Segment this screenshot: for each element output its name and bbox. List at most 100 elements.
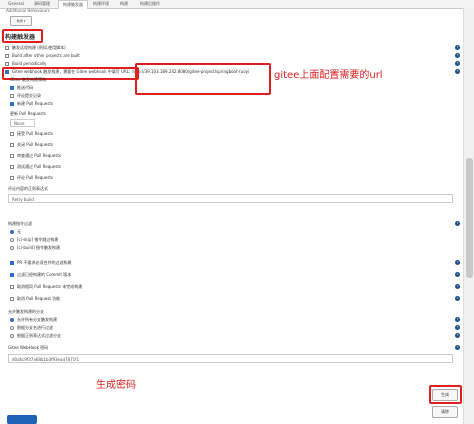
trigger-after-other[interactable]: Build after other projects are built [5,53,80,59]
save-button[interactable] [7,415,37,424]
pr-comment-label: 评论 Pull Requests [17,175,53,180]
option-cancel-same-pr[interactable]: 取消相同 Pull Requests 未完成构建 [10,284,82,290]
help-icon[interactable]: ? [455,325,460,330]
tab-general[interactable]: General [5,0,27,8]
help-icon[interactable]: ? [455,296,460,301]
checkbox-push[interactable] [10,86,14,90]
pr-accept[interactable]: 接受 Pull Requests [10,131,53,137]
comment-regex-label: 评论内容的正则表达式 [8,186,48,191]
tab-build[interactable]: 构建 [116,0,132,8]
pr-close-label: 关闭 Pull Requests [17,142,53,147]
branch-all-label: 允许所有分支触发构建 [17,317,57,322]
checkbox-pr-comment[interactable] [10,176,14,180]
help-icon[interactable]: ? [455,345,460,350]
branch-by-name[interactable]: 根据分支名进行过滤 [10,325,53,331]
checkbox-periodically[interactable] [5,62,9,66]
help-icon[interactable]: ? [455,333,460,338]
radio-ci-skip[interactable] [10,238,14,242]
event-new-pr-label: 新建 Pull Requests [17,101,53,106]
pr-update-label: 更新 Pull Requests [10,111,46,116]
tab-source-control[interactable]: 源码管理 [29,0,55,8]
event-comment-label: 评论提交记录 [17,93,41,98]
pr-test-label: 测试通过 Pull Requests [17,164,61,169]
radio-ci-none[interactable] [10,230,14,234]
pr-comment[interactable]: 评论 Pull Requests [10,175,53,181]
ci-skip-label: 构建指令过滤 [8,221,32,226]
help-icon[interactable]: ? [455,69,460,74]
checkbox-pr-accept[interactable] [10,132,14,136]
ci-skip-build[interactable]: [ci-build] 指令触发构建 [10,245,60,251]
checkbox-pr-close[interactable] [10,143,14,147]
trigger-periodically-label: Build periodically [12,61,47,66]
tab-post-build[interactable]: 构建后操作 [136,0,164,8]
config-form: Additional Behaviours 新增 ▾ 构建触发器 触发远程构建 … [0,8,474,424]
help-icon[interactable]: ? [455,260,460,265]
checkbox-after-other[interactable] [5,54,9,58]
trigger-remote[interactable]: 触发远程构建 (例如,使用脚本) [5,45,66,51]
option-commit-filter[interactable]: 过滤已经构建的 Commit 版本 [10,272,71,278]
webhook-url-highlight [135,63,271,95]
checkbox-cancel-pr[interactable] [10,297,14,301]
ci-build-label: [ci-build] 指令触发构建 [17,245,60,250]
radio-branch-regex[interactable] [10,334,14,338]
ci-skip-skip[interactable]: [ci-skip] 指令跳过构建 [10,237,58,243]
checkbox-pr-filter[interactable] [10,261,14,265]
option-commit-filter-label: 过滤已经构建的 Commit 版本 [17,272,72,277]
radio-ci-build[interactable] [10,246,14,250]
clear-button[interactable]: 清除 [432,406,458,418]
checkbox-pr-test[interactable] [10,165,14,169]
annotation-password: 生成密码 [96,380,136,391]
annotation-url: gitee上面配置需要的url [274,70,383,81]
ci-none-label: 无 [17,229,21,234]
help-icon[interactable]: ? [455,53,460,58]
radio-branch-name[interactable] [10,326,14,330]
trigger-events-label: Gitee 触发构建策略 [10,77,46,82]
branch-by-regex[interactable]: 根据正则表达式过滤分支 [10,333,61,339]
pr-review[interactable]: 审查通过 Pull Requests [10,153,61,159]
checkbox-remote[interactable] [5,46,9,50]
checkbox-comment[interactable] [10,94,14,98]
option-cancel-pr[interactable]: 取消 Pull Request 功能 [10,296,60,302]
trigger-remote-label: 触发远程构建 (例如,使用脚本) [12,45,66,50]
heading-highlight [2,29,43,43]
option-pr-filter[interactable]: PR 不要求必须合并的过滤构建 [10,260,71,266]
help-icon[interactable]: ? [455,284,460,289]
branch-all[interactable]: 允许所有分支触发构建 [10,317,57,323]
password-input[interactable]: d0a6c9f37a68b1b3f93ead7871f1 [8,354,453,363]
event-comment[interactable]: 评论提交记录 [10,93,41,99]
option-cancel-same-pr-label: 取消相同 Pull Requests 未完成构建 [17,284,83,289]
tab-build-env[interactable]: 构建环境 [89,0,113,8]
generate-button-highlight [429,385,462,404]
branch-name-label: 根据分支名进行过滤 [17,325,53,330]
checkbox-new-pr[interactable] [10,102,14,106]
event-push-label: 推送代码 [17,85,33,90]
checkbox-cancel-same-pr[interactable] [10,285,14,289]
pr-accept-label: 接受 Pull Requests [17,131,53,136]
help-icon[interactable]: ? [455,317,460,322]
option-cancel-pr-label: 取消 Pull Request 功能 [17,296,61,301]
help-icon[interactable]: ? [455,272,460,277]
scrollbar-thumb[interactable] [466,158,473,278]
comment-regex-input[interactable]: Retry build [8,194,453,203]
radio-branch-all[interactable] [10,318,14,322]
help-icon[interactable]: ? [455,45,460,50]
branch-regex-label: 根据正则表达式过滤分支 [17,333,61,338]
checkbox-commit-filter[interactable] [10,273,14,277]
ci-skip-none[interactable]: 无 [10,229,21,235]
add-behaviour-button[interactable]: 新增 ▾ [10,16,32,26]
branch-filter-label: 允许触发构建的分支 [8,309,44,314]
event-new-pr[interactable]: 新建 Pull Requests [10,101,53,107]
vertical-scrollbar[interactable] [463,8,474,424]
event-push[interactable]: 推送代码 [10,85,33,91]
ci-skip-label-text: [ci-skip] 指令跳过构建 [17,237,59,242]
checkbox-pr-review[interactable] [10,154,14,158]
additional-behaviours-label: Additional Behaviours [6,8,50,13]
password-label: Gitee WebHook 密码 [8,345,49,350]
help-icon[interactable]: ? [455,221,460,226]
trigger-after-other-label: Build after other projects are built [12,53,80,58]
option-pr-filter-label: PR 不要求必须合并的过滤构建 [17,260,72,265]
pr-close[interactable]: 关闭 Pull Requests [10,142,53,148]
pr-test[interactable]: 测试通过 Pull Requests [10,164,61,170]
pr-update-select[interactable]: None [10,119,35,127]
help-icon[interactable]: ? [455,61,460,66]
